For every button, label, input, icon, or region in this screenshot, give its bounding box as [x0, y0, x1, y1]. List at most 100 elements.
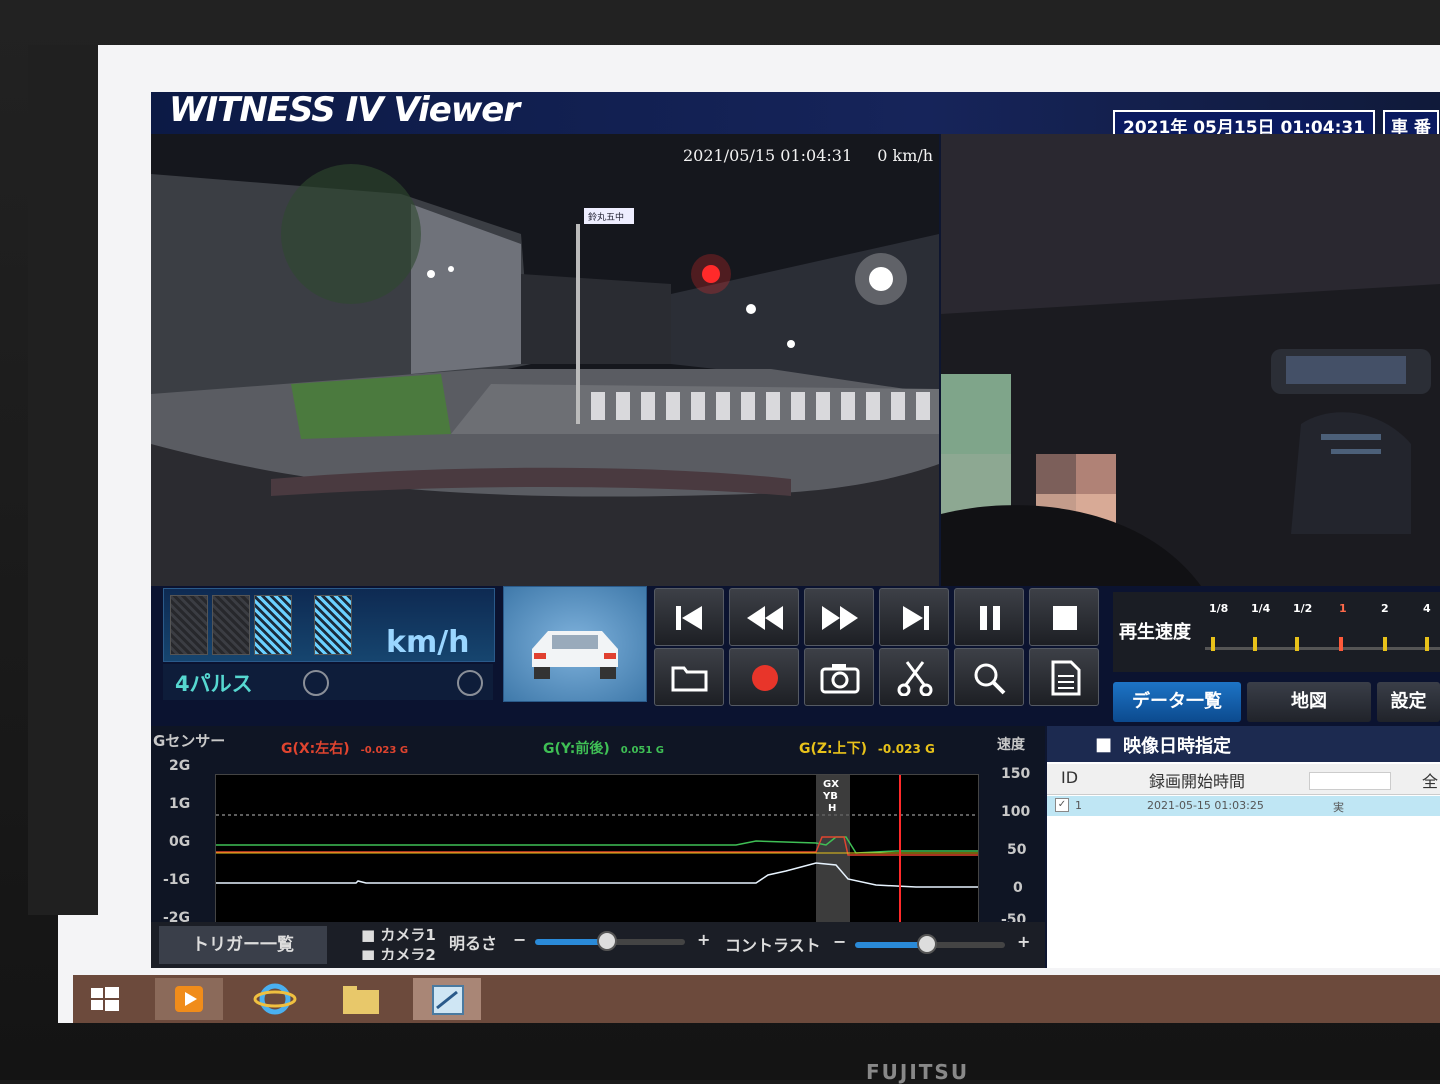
g-sensor-plot: GX YB H [216, 775, 978, 931]
rate-mark-current [1339, 637, 1343, 651]
cabin-camera-video[interactable] [941, 134, 1440, 586]
app-icon [432, 985, 464, 1015]
front-camera-video[interactable]: 鈴丸五中 2021/05/15 01:04:31 0 km/h [151, 134, 939, 586]
monitor-bezel: WITNESS IV Viewer 2021年 05月15日 01:04:31 … [0, 0, 1440, 1084]
speed-axis-tick: 50 [1007, 842, 1027, 858]
rewind-button[interactable] [729, 588, 799, 646]
folder-icon [671, 666, 708, 692]
table-row[interactable]: ✓ 1 2021-05-15 01:03:25 実 [1047, 796, 1440, 816]
row-checkbox[interactable]: ✓ [1055, 798, 1069, 812]
brightness-plus[interactable]: + [697, 930, 710, 949]
gx-label-text: G(X:左右) [281, 741, 350, 757]
pause-button[interactable] [954, 588, 1024, 646]
refresh-icon[interactable] [303, 670, 329, 696]
speed-series [216, 862, 978, 888]
g-axis-tick: 2G [169, 758, 191, 774]
scissors-icon [897, 661, 933, 696]
video-overlay: 2021/05/15 01:04:31 0 km/h [683, 146, 933, 165]
speed-axis-tick: 100 [1001, 804, 1031, 820]
taskbar-viewer-app[interactable] [155, 978, 223, 1020]
viewer-app-window: WITNESS IV Viewer 2021年 05月15日 01:04:31 … [151, 90, 1440, 968]
filter-dropdown[interactable] [1309, 772, 1391, 790]
overlay-speed: 0 km/h [877, 146, 934, 165]
open-folder-button[interactable] [654, 648, 724, 706]
g-axis-tick: -1G [163, 872, 191, 888]
speed-digit [254, 595, 292, 655]
trigger-list-button[interactable]: トリガー一覧 [159, 926, 327, 964]
checkbox-icon[interactable]: ■ [1095, 734, 1112, 755]
refresh-icon[interactable] [457, 670, 483, 696]
windows-logo-icon [91, 987, 119, 1011]
contrast-knob[interactable] [917, 934, 937, 954]
table-header: ID 録画開始時間 全 [1047, 764, 1440, 795]
bezel-brand-logo: FUJITSU [866, 1060, 970, 1084]
gz-label: G(Z:上下) -0.023 G [799, 738, 935, 758]
camera-icon [820, 664, 860, 694]
folder-icon [343, 986, 379, 1014]
row-type: 実 [1333, 801, 1344, 814]
zoom-button[interactable] [954, 648, 1024, 706]
start-button[interactable] [73, 978, 141, 1020]
magnifier-icon [974, 663, 1006, 695]
snapshot-button[interactable] [804, 648, 874, 706]
rate-tick-current[interactable]: 1 [1339, 602, 1347, 615]
tab-data-list[interactable]: データ一覧 [1113, 682, 1241, 722]
pulse-label: 4パルス [175, 672, 253, 696]
gx-value: -0.023 G [360, 745, 409, 756]
rate-tick[interactable]: 2 [1381, 602, 1389, 615]
speed-digit [212, 595, 250, 655]
speed-axis-tick: 0 [1013, 880, 1023, 896]
media-player-icon [175, 986, 203, 1012]
cabin-camera-scene [941, 134, 1440, 586]
data-list-panel: ■ 映像日時指定 ID 録画開始時間 全 ✓ 1 2021-05-15 01:0… [1047, 726, 1440, 968]
g-sensor-title: Gセンサー [153, 732, 226, 750]
report-button[interactable] [1029, 648, 1099, 706]
playback-speed-label: 再生速度 [1119, 622, 1191, 643]
skip-end-button[interactable] [879, 588, 949, 646]
document-icon [1051, 660, 1081, 696]
contrast-plus[interactable]: + [1017, 932, 1030, 951]
row-id: 1 [1075, 799, 1082, 812]
marker-gx: GX [823, 779, 839, 790]
rate-tick[interactable]: 1/8 [1209, 602, 1228, 615]
g-axis-tick: 0G [169, 834, 191, 850]
taskbar-tool-app[interactable] [413, 978, 481, 1020]
vehicle-view-indicator [503, 586, 647, 702]
app-title: WITNESS IV Viewer [169, 90, 520, 130]
fast-forward-button[interactable] [804, 588, 874, 646]
cut-clip-button[interactable] [879, 648, 949, 706]
desktop-left-margin [28, 45, 98, 915]
camera1-checkbox[interactable]: ■ カメラ1 [361, 924, 436, 945]
col-extra: 全 [1422, 772, 1439, 791]
camera2-checkbox[interactable]: ■ カメラ2 [361, 944, 436, 960]
g-sensor-graph[interactable]: GX YB H [215, 774, 979, 932]
car-icon [532, 631, 618, 679]
record-button[interactable] [729, 648, 799, 706]
gx-label: G(X:左右) -0.023 G [281, 738, 408, 758]
stop-button[interactable] [1029, 588, 1099, 646]
contrast-minus[interactable]: − [833, 932, 846, 951]
tab-map[interactable]: 地図 [1247, 682, 1371, 722]
playback-speed-slider[interactable] [1205, 647, 1440, 650]
brightness-knob[interactable] [597, 931, 617, 951]
camera1-label: カメラ1 [380, 926, 436, 944]
front-camera-scene: 鈴丸五中 [151, 134, 939, 586]
skip-start-button[interactable] [654, 588, 724, 646]
contrast-label: コントラスト [725, 936, 821, 955]
rate-tick[interactable]: 4 [1423, 602, 1431, 615]
rate-mark [1383, 637, 1387, 651]
tab-settings[interactable]: 設定 [1377, 682, 1440, 722]
rate-tick[interactable]: 1/2 [1293, 602, 1312, 615]
rate-tick[interactable]: 1/4 [1251, 602, 1270, 615]
rate-mark [1425, 637, 1429, 651]
brightness-minus[interactable]: − [513, 930, 526, 949]
gz-label-text: G(Z:上下) [799, 741, 868, 757]
title-bar: WITNESS IV Viewer 2021年 05月15日 01:04:31 … [151, 90, 1440, 141]
taskbar-browser[interactable] [241, 978, 309, 1020]
speed-digit [314, 595, 352, 655]
playback-speed-panel: 再生速度 1/8 1/4 1/2 1 2 4 [1113, 592, 1440, 672]
taskbar-explorer[interactable] [327, 978, 395, 1020]
gy-series [216, 836, 978, 854]
rate-mark [1211, 637, 1215, 651]
record-icon [752, 665, 778, 691]
